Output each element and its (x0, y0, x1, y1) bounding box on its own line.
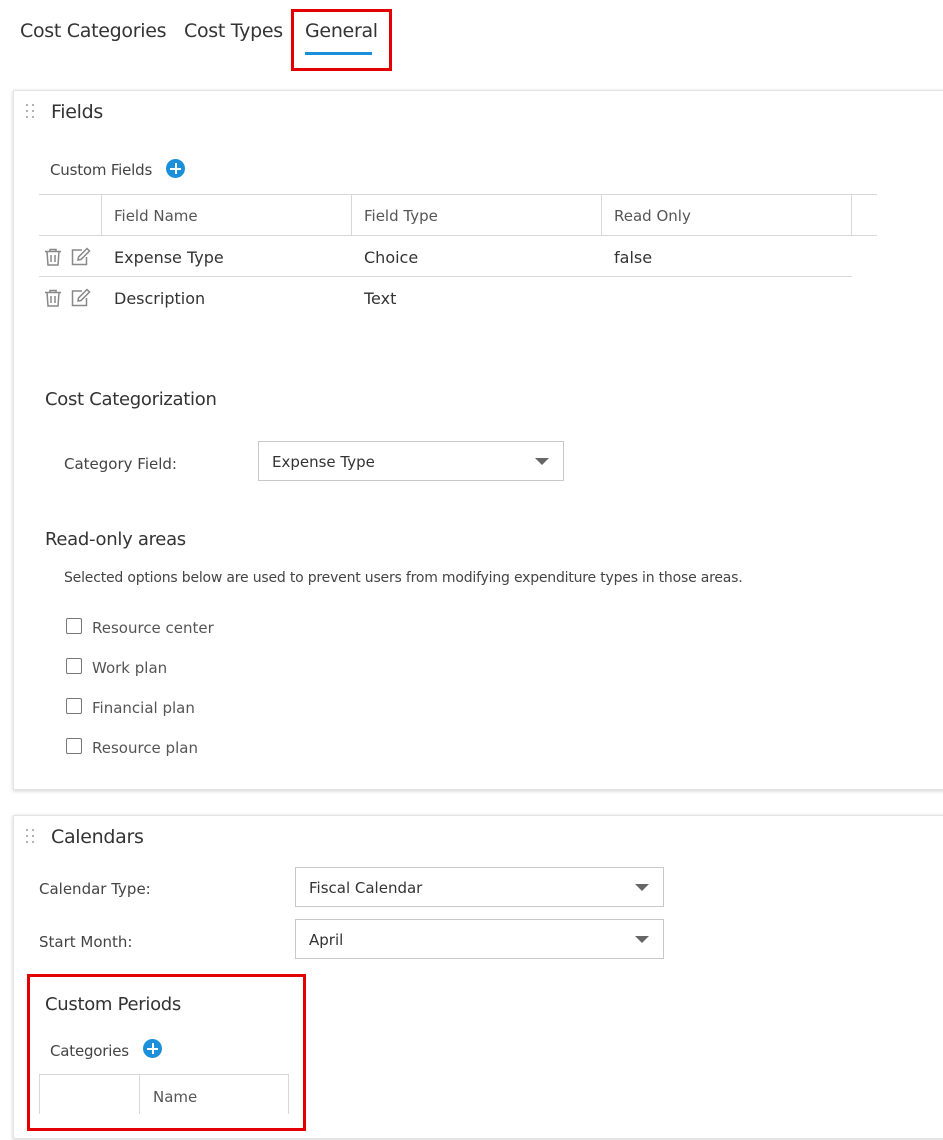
custom-fields-label: Custom Fields (50, 161, 153, 179)
checkbox-resource-plan[interactable] (66, 738, 82, 754)
checkbox-label-resource-plan: Resource plan (92, 739, 198, 757)
chevron-down-icon (635, 884, 649, 891)
table-col-divider (851, 194, 852, 235)
checkbox-work-plan[interactable] (66, 658, 82, 674)
calendars-panel-title: Calendars (51, 826, 144, 848)
table-header-border (39, 235, 877, 236)
table-col-divider (101, 194, 102, 235)
table-top-border (39, 194, 877, 195)
read-only-areas-description: Selected options below are used to preve… (64, 570, 743, 586)
read-only-areas-title: Read-only areas (45, 529, 186, 550)
checkbox-resource-center[interactable] (66, 618, 82, 634)
cost-categorization-title: Cost Categorization (45, 389, 217, 410)
fields-panel: Fields Custom Fields Field Name Field Ty… (13, 90, 943, 790)
column-header-read-only[interactable]: Read Only (614, 207, 691, 225)
drag-handle-icon[interactable] (26, 829, 36, 845)
edit-icon[interactable] (70, 288, 92, 308)
column-header-field-type[interactable]: Field Type (364, 207, 438, 225)
row-1-field-type: Choice (364, 248, 419, 267)
start-month-label: Start Month: (39, 933, 133, 951)
highlight-box-custom-periods (27, 974, 306, 1131)
tab-cost-types[interactable]: Cost Types (184, 20, 283, 42)
category-field-label: Category Field: (64, 455, 177, 473)
column-header-field-name[interactable]: Field Name (114, 207, 198, 225)
table-col-divider (601, 194, 602, 235)
checkbox-label-financial-plan: Financial plan (92, 699, 195, 717)
fields-panel-title: Fields (51, 101, 103, 123)
start-month-select[interactable]: April (295, 919, 664, 959)
category-field-select[interactable]: Expense Type (258, 441, 564, 481)
highlight-box-general-tab (291, 9, 392, 71)
category-field-value: Expense Type (272, 453, 375, 471)
add-custom-field-button[interactable] (166, 159, 185, 178)
edit-icon[interactable] (70, 247, 92, 267)
row-2-field-type: Text (364, 289, 397, 308)
trash-icon[interactable] (43, 288, 63, 308)
checkbox-label-work-plan: Work plan (92, 659, 168, 677)
checkbox-financial-plan[interactable] (66, 698, 82, 714)
trash-icon[interactable] (43, 247, 63, 267)
calendar-type-value: Fiscal Calendar (309, 879, 423, 897)
calendar-type-select[interactable]: Fiscal Calendar (295, 867, 664, 907)
calendar-type-label: Calendar Type: (39, 880, 151, 898)
row-1-field-name: Expense Type (114, 248, 224, 267)
checkbox-label-resource-center: Resource center (92, 619, 214, 637)
table-row-divider (39, 276, 852, 277)
chevron-down-icon (635, 936, 649, 943)
row-1-read-only: false (614, 248, 653, 267)
table-col-divider (351, 194, 352, 235)
tab-cost-categories[interactable]: Cost Categories (20, 20, 167, 42)
chevron-down-icon (535, 458, 549, 465)
drag-handle-icon[interactable] (26, 104, 36, 120)
row-2-field-name: Description (114, 289, 206, 308)
start-month-value: April (309, 931, 344, 949)
